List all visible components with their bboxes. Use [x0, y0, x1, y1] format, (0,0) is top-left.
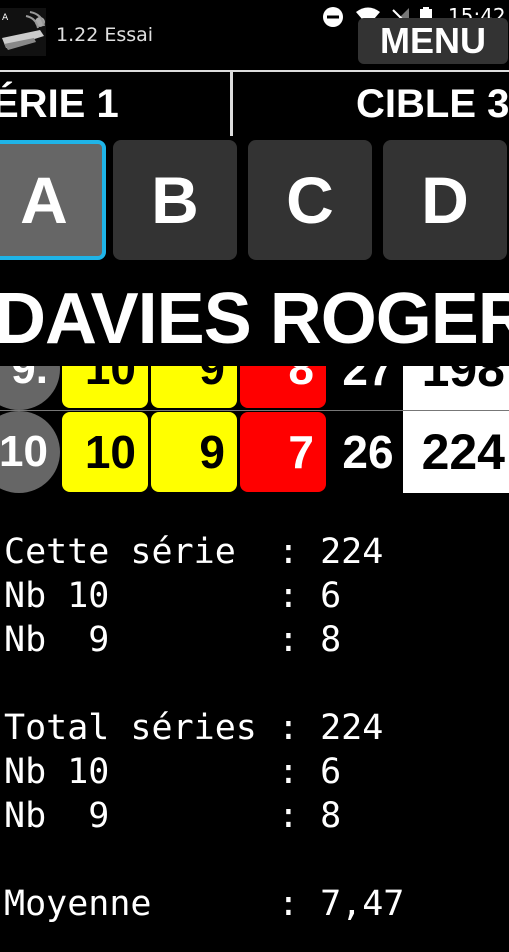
- stats-panel: Cette série : 224 Nb 10 : 6 Nb 9 : 8 Tot…: [4, 530, 509, 926]
- shot-number: 9.: [0, 366, 60, 410]
- header-divider: [230, 72, 233, 136]
- stat-serie-total: Cette série : 224: [4, 532, 384, 572]
- stat-total-nb10: Nb 10 : 6: [4, 752, 342, 792]
- stat-total-series: Total séries : 224: [4, 708, 384, 748]
- svg-text:A: A: [2, 13, 9, 23]
- score-cell: 8: [240, 366, 326, 408]
- score-cell: 10: [62, 366, 148, 408]
- score-table[interactable]: 9. 10 9 8 27 198 10 10 9 7 26 224: [0, 366, 509, 494]
- position-tab-c[interactable]: C: [248, 140, 372, 260]
- app-screen: A 1.22 Essai 15:42 MENU ÉRIE 1 CIBLE 3 A: [0, 0, 509, 952]
- position-tab-d[interactable]: D: [383, 140, 507, 260]
- row-sum: 26: [342, 426, 394, 478]
- menu-button[interactable]: MENU: [358, 18, 508, 64]
- score-cell: 9: [151, 366, 237, 408]
- score-cell: 9: [151, 412, 237, 492]
- stat-average: Moyenne : 7,47: [4, 884, 405, 924]
- table-row: 10 10 9 7 26 224: [0, 411, 509, 493]
- status-bar: A 1.22 Essai 15:42 MENU: [0, 0, 509, 70]
- score-cell: 10: [62, 412, 148, 492]
- position-tab-b[interactable]: B: [113, 140, 237, 260]
- serie-cible-header: ÉRIE 1 CIBLE 3: [0, 70, 509, 136]
- row-cumulative: 198: [403, 366, 509, 410]
- minus-circle-icon: [322, 6, 344, 28]
- serie-label: ÉRIE 1: [0, 82, 119, 126]
- stat-total-nb9: Nb 9 : 8: [4, 796, 342, 836]
- stat-serie-nb9: Nb 9 : 8: [4, 620, 342, 660]
- table-row: 9. 10 9 8 27 198: [0, 366, 509, 410]
- app-title: 1.22 Essai: [56, 24, 154, 46]
- row-sum: 27: [342, 366, 394, 395]
- shooter-name: DAVIES ROGER: [0, 279, 509, 359]
- position-tab-a[interactable]: A: [0, 140, 106, 260]
- stat-serie-nb10: Nb 10 : 6: [4, 576, 342, 616]
- stat-spacer: [4, 662, 509, 706]
- cible-label: CIBLE 3: [356, 82, 509, 126]
- shot-number: 10: [0, 411, 60, 493]
- score-cell: 7: [240, 412, 326, 492]
- stat-spacer: [4, 838, 509, 882]
- row-cumulative: 224: [403, 411, 509, 493]
- app-logo-icon: A: [0, 8, 46, 56]
